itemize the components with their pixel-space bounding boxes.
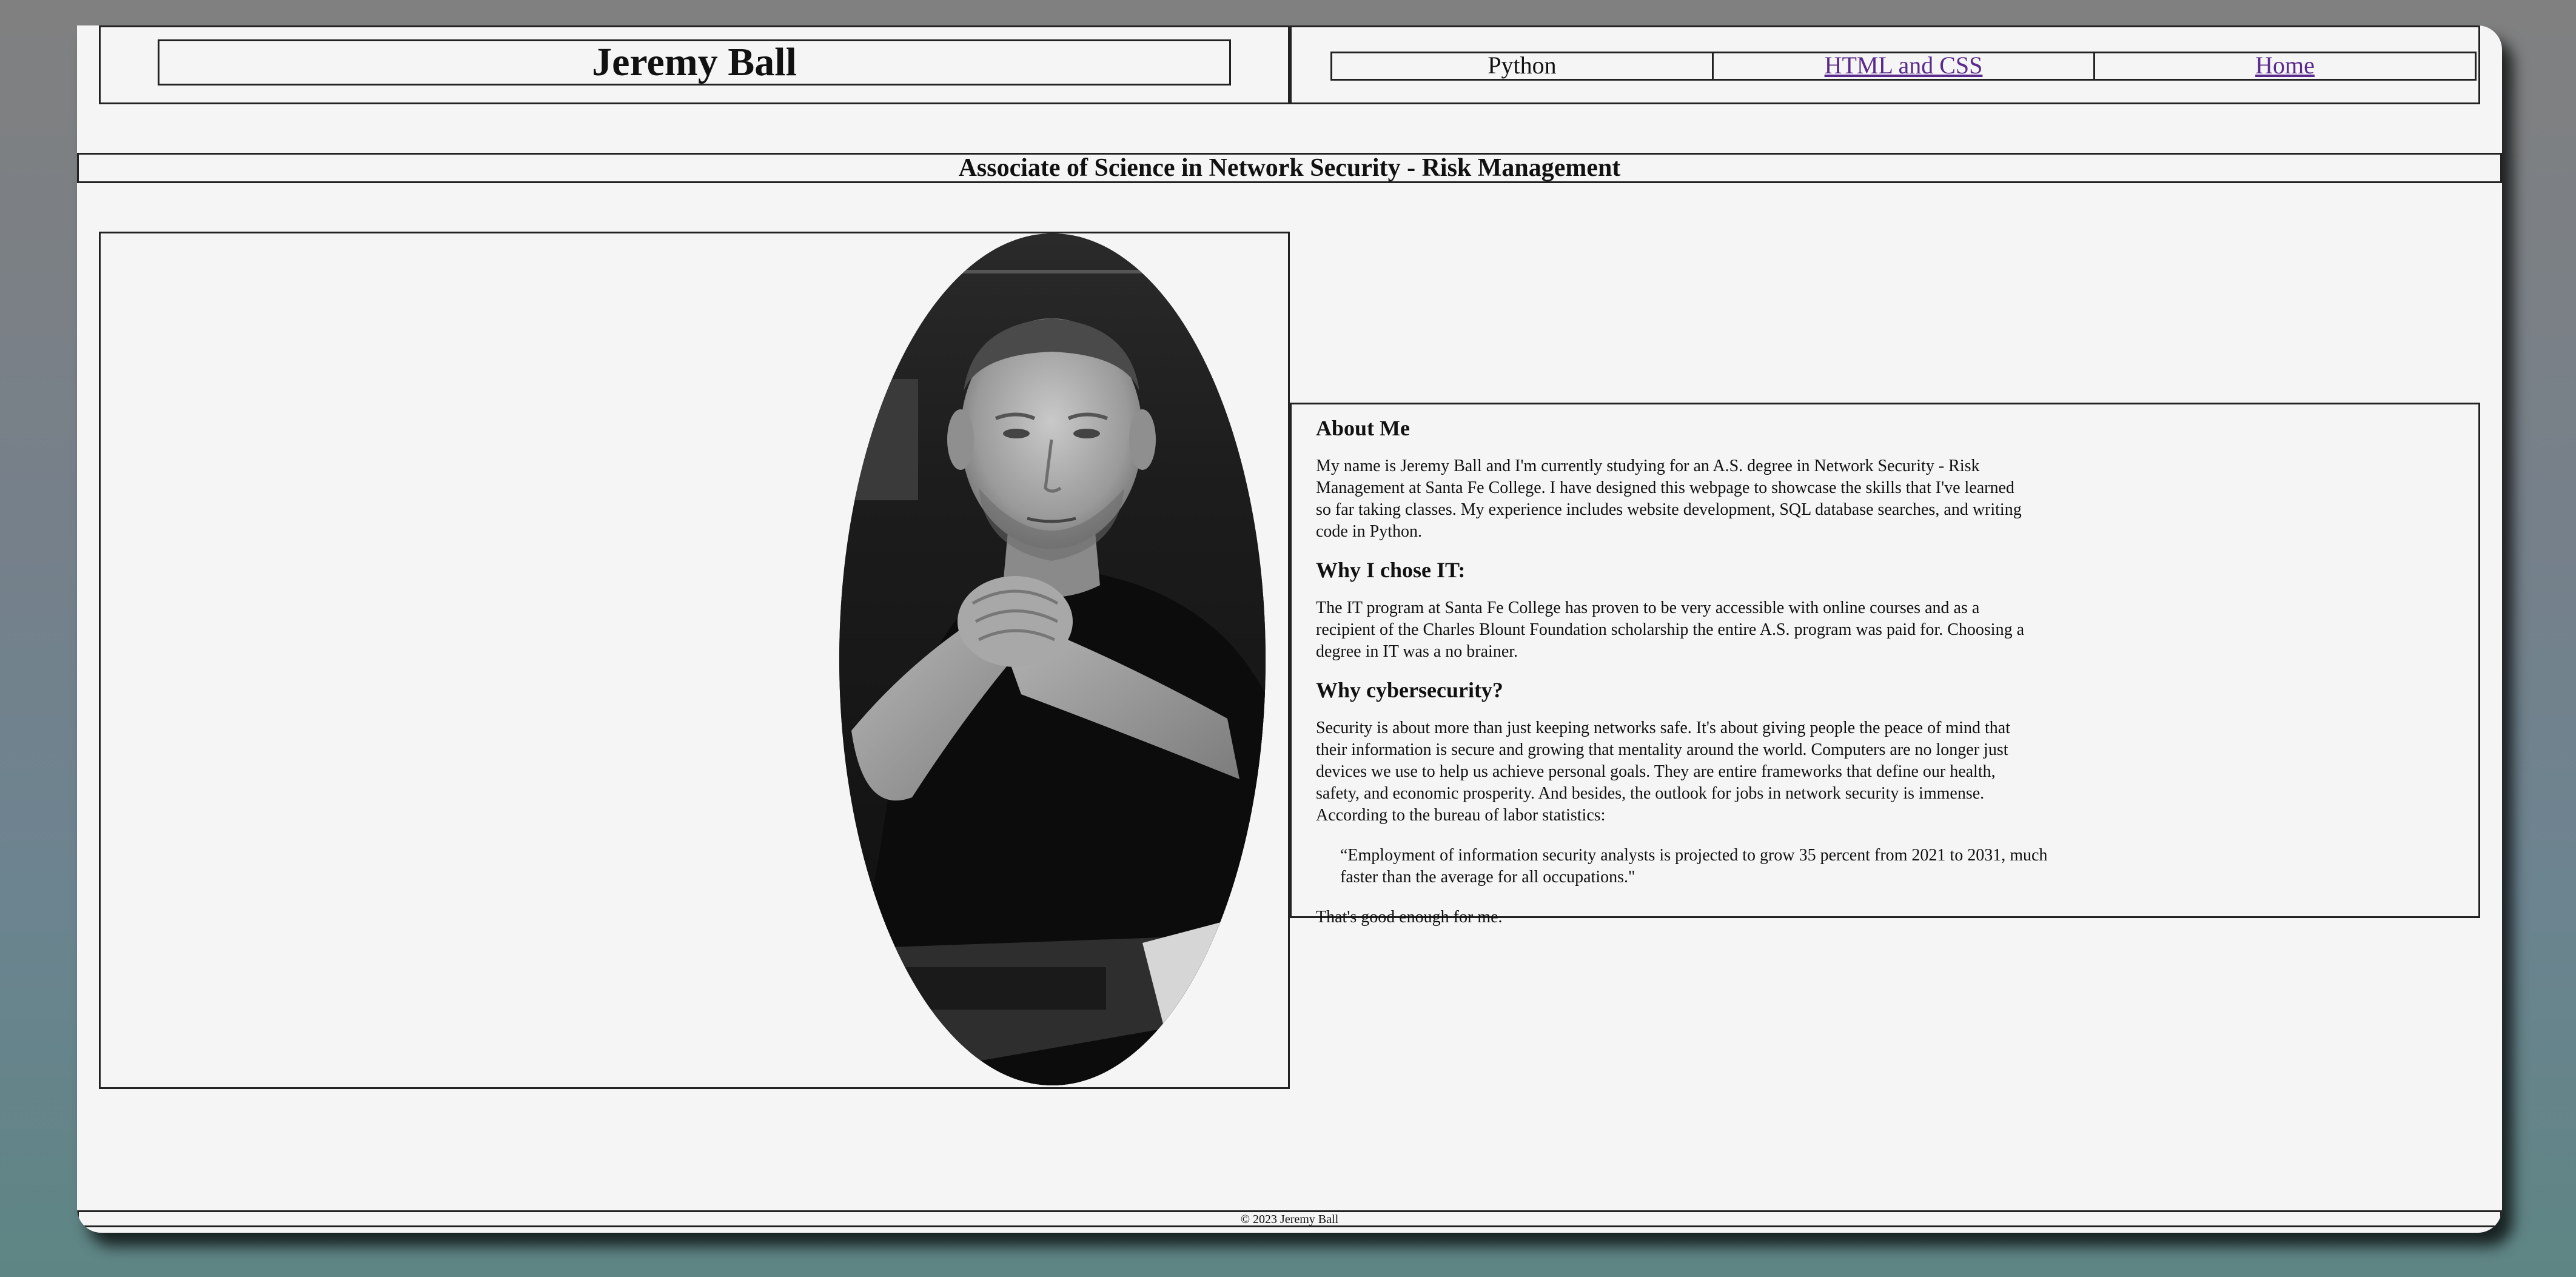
why-it-heading: Why I chose IT: — [1316, 558, 1466, 582]
photo-panel — [99, 232, 1290, 1089]
header-left-panel: Jeremy Ball — [99, 25, 1290, 104]
footer: © 2023 Jeremy Ball — [77, 1210, 2502, 1227]
nav-item-label[interactable]: Python — [1488, 52, 1556, 79]
page-container: Jeremy Ball Python HTML and CSS Home Ass… — [77, 25, 2502, 1233]
why-cyber-paragraph: Security is about more than just keeping… — [1316, 719, 2010, 825]
degree-subtitle: Associate of Science in Network Security… — [77, 153, 2502, 183]
profile-photo — [839, 233, 1266, 1085]
why-it-paragraph: The IT program at Santa Fe College has p… — [1316, 598, 2025, 661]
about-heading: About Me — [1316, 416, 1410, 440]
header-nav-panel: Python HTML and CSS Home — [1290, 25, 2480, 104]
nav-link-html-css[interactable]: HTML and CSS — [1825, 52, 1983, 79]
about-paragraph: My name is Jeremy Ball and I'm currently… — [1316, 457, 2022, 541]
nav-bar: Python HTML and CSS Home — [1330, 52, 2477, 81]
about-panel: About Me My name is Jeremy Ball and I'm … — [1290, 403, 2480, 927]
site-title: Jeremy Ball — [158, 39, 1231, 85]
nav-link-home[interactable]: Home — [2255, 52, 2315, 79]
why-cyber-heading: Why cybersecurity? — [1316, 678, 1503, 702]
profile-photo-image — [839, 233, 1266, 1085]
nav-item-python[interactable]: Python — [1330, 52, 1714, 81]
nav-item-home[interactable]: Home — [2093, 52, 2477, 81]
closing-line: That's good enough for me. — [1316, 908, 1503, 927]
bls-quote: “Employment of information security anal… — [1340, 846, 2048, 887]
nav-item-html-css[interactable]: HTML and CSS — [1712, 52, 2095, 81]
